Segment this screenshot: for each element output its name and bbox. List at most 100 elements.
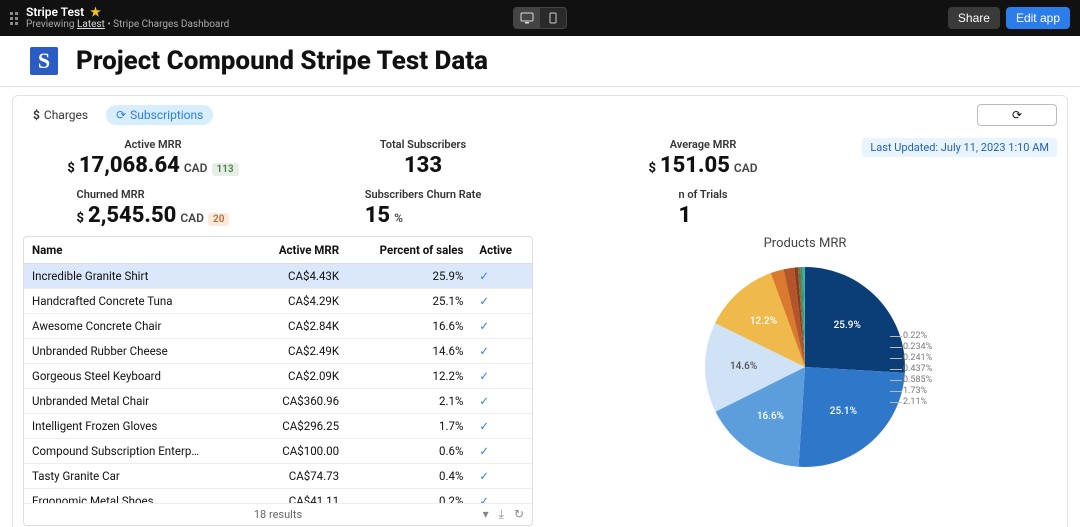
- products-mrr-chart: Products MRR 25.9% 25.1% 16.6% 14.6% 12.2% 0.…: [553, 236, 1057, 526]
- table-row[interactable]: Unbranded Metal ChairCA$360.962.1%✓: [24, 389, 532, 414]
- check-icon: ✓: [479, 394, 489, 408]
- chart-title: Products MRR: [764, 236, 847, 251]
- pie-external-label: 1.73%: [903, 386, 927, 396]
- pie-slice-label: 25.1%: [830, 406, 857, 417]
- star-icon[interactable]: ★: [90, 5, 101, 19]
- pie-slice[interactable]: [799, 367, 905, 467]
- pie-external-label: 2.11%: [903, 397, 927, 407]
- share-button[interactable]: Share: [948, 7, 1000, 29]
- total-subs-value: 133: [404, 153, 442, 178]
- check-icon: ✓: [479, 419, 489, 433]
- col-mrr[interactable]: Active MRR: [252, 237, 347, 264]
- cell-pct: 25.1%: [347, 289, 471, 314]
- col-active[interactable]: Active: [471, 237, 532, 264]
- cell-mrr: CA$2.84K: [252, 314, 347, 339]
- table-row[interactable]: Intelligent Frozen GlovesCA$296.251.7%✓: [24, 414, 532, 439]
- cell-mrr: CA$360.96: [252, 389, 347, 414]
- pie-chart-svg: [695, 257, 915, 477]
- check-icon: ✓: [479, 369, 489, 383]
- check-icon: ✓: [479, 469, 489, 483]
- cell-name: Intelligent Frozen Gloves: [24, 414, 252, 439]
- pie-external-label: 0.22%: [903, 331, 927, 341]
- refresh-small-icon: ⟳: [116, 108, 126, 122]
- cell-pct: 0.6%: [347, 439, 471, 464]
- table-row[interactable]: Tasty Granite CarCA$74.730.4%✓: [24, 464, 532, 489]
- check-icon: ✓: [479, 319, 489, 333]
- reload-icon[interactable]: ↻: [514, 507, 524, 522]
- cell-name: Unbranded Metal Chair: [24, 389, 252, 414]
- table-result-count: 18 results: [254, 508, 302, 521]
- refresh-icon: ⟳: [1012, 108, 1022, 122]
- avg-mrr-value: 151.05: [660, 153, 730, 178]
- cell-active: ✓: [471, 314, 532, 339]
- pie-slice-label: 16.6%: [757, 411, 784, 422]
- table-header-row: Name Active MRR Percent of sales Active: [24, 237, 532, 264]
- cell-active: ✓: [471, 489, 532, 504]
- drag-handle-icon[interactable]: [10, 12, 18, 25]
- table-row[interactable]: Handcrafted Concrete TunaCA$4.29K25.1%✓: [24, 289, 532, 314]
- cell-mrr: CA$2.09K: [252, 364, 347, 389]
- device-preview-switch: [513, 7, 567, 29]
- filter-icon[interactable]: ▾: [483, 507, 489, 522]
- pie-slice-label: 25.9%: [834, 320, 861, 331]
- pie-external-label: 0.585%: [903, 375, 932, 385]
- cell-name: Incredible Granite Shirt: [24, 264, 252, 289]
- active-mrr-value: 17,068.64: [79, 153, 180, 178]
- check-icon: ✓: [479, 294, 489, 308]
- cell-active: ✓: [471, 414, 532, 439]
- cell-pct: 0.2%: [347, 489, 471, 504]
- trials-label: n of Trials: [678, 188, 727, 201]
- table-row[interactable]: Incredible Granite ShirtCA$4.43K25.9%✓: [24, 264, 532, 289]
- cell-active: ✓: [471, 339, 532, 364]
- pie-slice-label: 12.2%: [750, 316, 777, 327]
- check-icon: ✓: [479, 494, 489, 503]
- active-mrr-badge: 113: [212, 163, 239, 176]
- cell-active: ✓: [471, 439, 532, 464]
- col-pct[interactable]: Percent of sales: [347, 237, 471, 264]
- desktop-preview-icon[interactable]: [514, 8, 540, 28]
- active-mrr-currency: CAD: [184, 161, 208, 175]
- breadcrumb-suffix: • Stripe Charges Dashboard: [105, 19, 229, 30]
- mobile-preview-icon[interactable]: [540, 8, 566, 28]
- refresh-button[interactable]: ⟳: [977, 104, 1057, 126]
- pie-external-label: 0.241%: [903, 353, 932, 363]
- table-row[interactable]: Gorgeous Steel KeyboardCA$2.09K12.2%✓: [24, 364, 532, 389]
- total-subs-label: Total Subscribers: [380, 138, 466, 151]
- app-name: Stripe Test: [26, 5, 84, 19]
- cell-mrr: CA$296.25: [252, 414, 347, 439]
- cell-active: ✓: [471, 289, 532, 314]
- active-mrr-label: Active MRR: [124, 138, 181, 151]
- avg-mrr-label: Average MRR: [670, 138, 737, 151]
- cell-pct: 16.6%: [347, 314, 471, 339]
- churned-mrr-badge: 20: [208, 213, 229, 226]
- check-icon: ✓: [479, 344, 489, 358]
- cell-pct: 14.6%: [347, 339, 471, 364]
- download-icon[interactable]: ⤓: [499, 507, 504, 522]
- edit-app-button[interactable]: Edit app: [1006, 7, 1070, 29]
- table-row[interactable]: Unbranded Rubber CheeseCA$2.49K14.6%✓: [24, 339, 532, 364]
- preview-prefix: Previewing: [26, 19, 77, 30]
- tab-charges[interactable]: $ Charges: [23, 105, 98, 125]
- pie-slice-label: 14.6%: [730, 361, 757, 372]
- cell-mrr: CA$2.49K: [252, 339, 347, 364]
- page-title: Project Compound Stripe Test Data: [76, 46, 488, 76]
- table-row[interactable]: Ergonomic Metal ShoesCA$41.110.2%✓: [24, 489, 532, 504]
- table-row[interactable]: Awesome Concrete ChairCA$2.84K16.6% ✓: [24, 314, 532, 339]
- cell-pct: 0.4%: [347, 464, 471, 489]
- cell-active: ✓: [471, 464, 532, 489]
- churn-rate-label: Subscribers Churn Rate: [365, 188, 482, 201]
- cell-active: ✓: [471, 364, 532, 389]
- col-name[interactable]: Name: [24, 237, 252, 264]
- table-row[interactable]: Compound Subscription Enterp…CA$100.000.…: [24, 439, 532, 464]
- app-logo: S: [30, 47, 58, 75]
- cell-mrr: CA$74.73: [252, 464, 347, 489]
- check-icon: ✓: [479, 269, 489, 283]
- cell-active: ✓: [471, 389, 532, 414]
- page-header: S Project Compound Stripe Test Data: [0, 36, 1080, 87]
- preview-version-link[interactable]: Latest: [77, 19, 105, 30]
- tab-subscriptions[interactable]: ⟳ Subscriptions: [106, 105, 213, 125]
- cell-active: ✓: [471, 264, 532, 289]
- cell-pct: 25.9%: [347, 264, 471, 289]
- cell-name: Awesome Concrete Chair: [24, 314, 252, 339]
- pie-external-label: 0.437%: [903, 364, 932, 374]
